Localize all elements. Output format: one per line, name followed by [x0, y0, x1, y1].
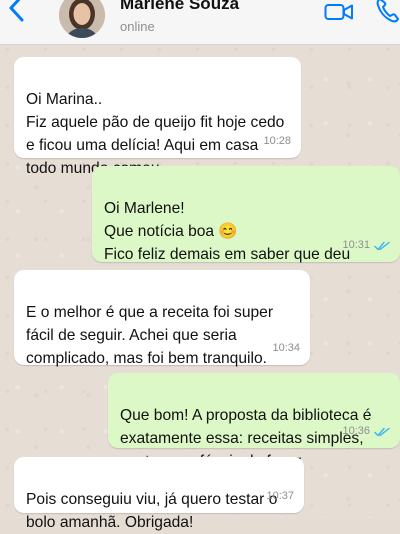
message-bubble-incoming[interactable]: Oi Marina.. Fiz aquele pão de queijo fit… [14, 57, 301, 177]
contact-name[interactable]: Marlene Souza [120, 0, 239, 14]
double-check-icon [374, 241, 390, 250]
avatar[interactable] [59, 0, 105, 38]
message-time: 10:36 [342, 425, 370, 437]
back-chevron-icon[interactable] [6, 0, 28, 24]
double-check-icon [374, 427, 390, 436]
contact-status: online [120, 19, 155, 34]
message-meta: 10:34 [272, 337, 300, 360]
message-bubble-outgoing[interactable]: Oi Marlene! Que notícia boa 😊 Fico feliz… [92, 166, 400, 286]
message-bubble-incoming[interactable]: Pois conseguiu viu, já quero testar o bo… [14, 457, 304, 531]
message-meta: 10:37 [266, 485, 294, 508]
message-time: 10:28 [263, 135, 291, 147]
message-meta: 10:28 [263, 130, 291, 153]
message-text: E o melhor é que a receita foi super fác… [26, 304, 274, 367]
message-text: Pois conseguiu viu, já quero testar o bo… [26, 491, 278, 531]
message-time: 10:31 [342, 239, 370, 251]
chat-header: Marlene Souza online [0, 0, 400, 45]
message-bubble-outgoing[interactable]: Que bom! A proposta da biblioteca é exat… [108, 373, 400, 470]
video-call-icon[interactable] [324, 1, 354, 23]
message-bubble-incoming[interactable]: E o melhor é que a receita foi super fác… [14, 270, 310, 367]
message-meta: 10:31 [342, 234, 390, 257]
message-meta: 10:36 [342, 420, 390, 443]
message-time: 10:34 [272, 342, 300, 354]
phone-call-icon[interactable] [375, 0, 400, 24]
message-time: 10:37 [266, 490, 294, 502]
